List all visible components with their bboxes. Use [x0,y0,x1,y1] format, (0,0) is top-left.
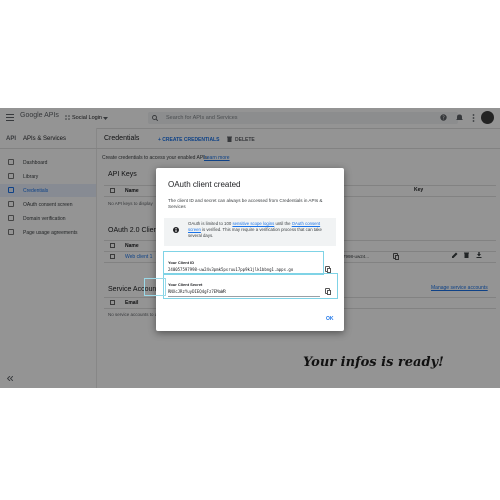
screenshot-frame: Google APIs Social Login Search for APIs… [0,108,500,388]
info-box: OAuth is limited to 100 sensitive scope … [164,218,336,246]
client-id-highlight [163,251,324,275]
info-text: OAuth is limited to 100 sensitive scope … [188,221,322,238]
sensitive-scope-link[interactable]: sensitive scope logins [232,221,274,226]
oauth-created-dialog: OAuth client created The client ID and s… [156,168,344,331]
dialog-description: The client ID and secret can always be a… [168,198,323,209]
client-secret-highlight [163,273,338,299]
dialog-title: OAuth client created [168,180,241,189]
callout-highlight [144,278,166,296]
copy-client-id-button[interactable] [325,266,331,273]
ok-button[interactable]: OK [326,316,334,322]
caption-text: Your infos is ready! [303,355,444,370]
info-icon [173,227,179,233]
